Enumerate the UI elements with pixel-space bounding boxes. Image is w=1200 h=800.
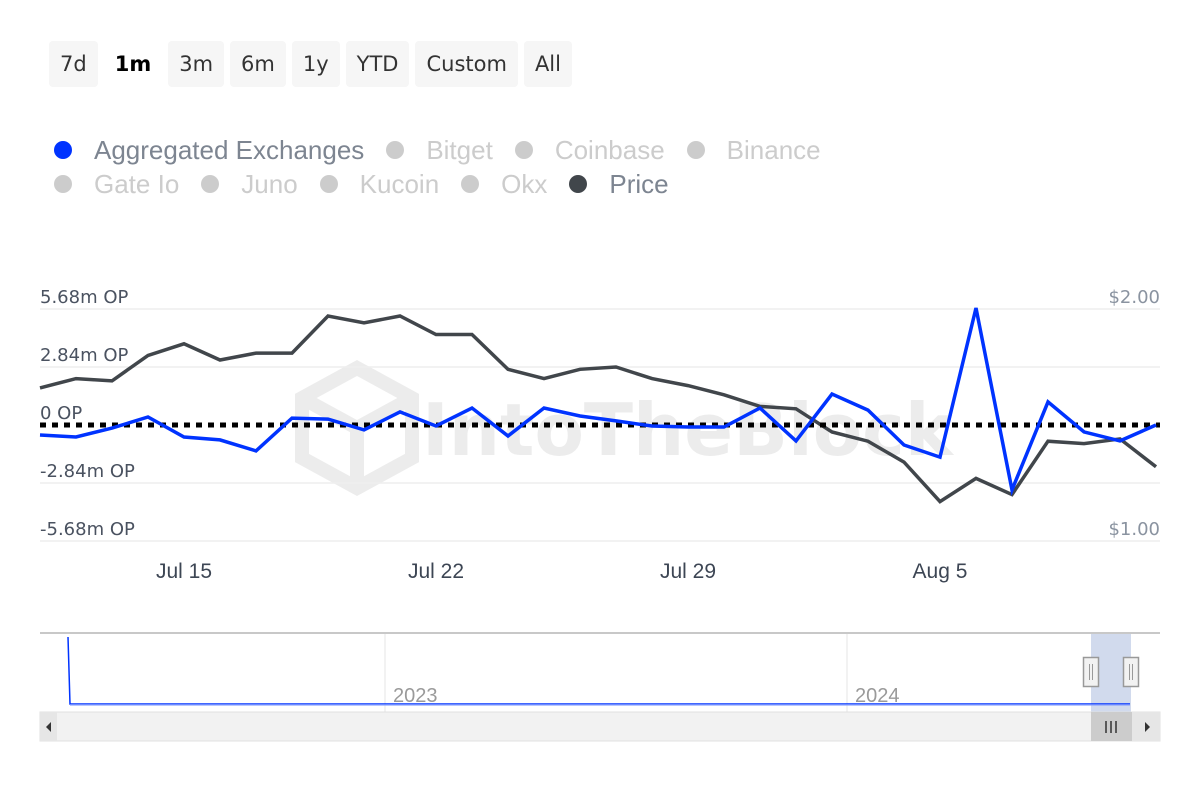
data-point[interactable] bbox=[71, 374, 81, 384]
data-point[interactable] bbox=[935, 497, 945, 507]
data-point[interactable] bbox=[863, 436, 873, 446]
navigator-handle-left[interactable] bbox=[1082, 656, 1100, 688]
data-point[interactable] bbox=[1007, 485, 1017, 495]
data-point[interactable] bbox=[575, 411, 585, 421]
data-point[interactable] bbox=[1115, 436, 1125, 446]
data-point[interactable] bbox=[503, 431, 513, 441]
y-left-tick-label: -5.68m OP bbox=[40, 519, 135, 540]
data-point[interactable] bbox=[899, 457, 909, 467]
data-point[interactable] bbox=[791, 404, 801, 414]
data-point[interactable] bbox=[827, 389, 837, 399]
data-point[interactable] bbox=[359, 318, 369, 328]
data-point[interactable] bbox=[719, 390, 729, 400]
data-point[interactable] bbox=[287, 348, 297, 358]
data-point[interactable] bbox=[323, 311, 333, 321]
data-point[interactable] bbox=[143, 412, 153, 422]
data-point[interactable] bbox=[1151, 462, 1161, 472]
data-point[interactable] bbox=[395, 311, 405, 321]
y-left-tick-label: 0 OP bbox=[40, 403, 82, 424]
x-axis: Jul 15 Jul 22 Jul 29 Aug 5 bbox=[156, 560, 967, 583]
scrollbar[interactable] bbox=[39, 711, 1161, 742]
data-point[interactable] bbox=[935, 452, 945, 462]
data-point[interactable] bbox=[1079, 427, 1089, 437]
data-point[interactable] bbox=[683, 422, 693, 432]
data-point[interactable] bbox=[395, 407, 405, 417]
data-point[interactable] bbox=[179, 339, 189, 349]
data-point[interactable] bbox=[647, 374, 657, 384]
y-left-tick-label: 5.68m OP bbox=[40, 287, 129, 308]
y-left-tick-label: -2.84m OP bbox=[40, 461, 135, 482]
watermark: IntoTheBlock bbox=[295, 360, 955, 496]
data-point[interactable] bbox=[1043, 436, 1053, 446]
data-point[interactable] bbox=[1079, 439, 1089, 449]
navigator: 2023 2024 bbox=[40, 632, 1160, 712]
data-point[interactable] bbox=[647, 421, 657, 431]
data-point[interactable] bbox=[863, 405, 873, 415]
data-point[interactable] bbox=[827, 427, 837, 437]
data-point[interactable] bbox=[251, 446, 261, 456]
navigator-series-line bbox=[67, 636, 1130, 705]
data-point[interactable] bbox=[35, 430, 45, 440]
left-axis: 5.68m OP 2.84m OP 0 OP -2.84m OP -5.68m OP bbox=[40, 287, 135, 540]
data-point[interactable] bbox=[1151, 420, 1161, 430]
data-point[interactable] bbox=[107, 423, 117, 433]
scrollbar-track[interactable] bbox=[39, 711, 1161, 742]
navigator-handle-right[interactable] bbox=[1122, 656, 1140, 688]
data-point[interactable] bbox=[215, 355, 225, 365]
data-point[interactable] bbox=[287, 413, 297, 423]
data-point[interactable] bbox=[107, 376, 117, 386]
x-tick-label: Jul 15 bbox=[156, 560, 212, 583]
data-point[interactable] bbox=[467, 330, 477, 340]
data-point[interactable] bbox=[179, 432, 189, 442]
data-point[interactable] bbox=[539, 374, 549, 384]
data-point[interactable] bbox=[611, 362, 621, 372]
x-tick-label: Aug 5 bbox=[913, 560, 968, 583]
data-point[interactable] bbox=[323, 414, 333, 424]
data-point[interactable] bbox=[71, 432, 81, 442]
data-point[interactable] bbox=[35, 383, 45, 393]
y-right-tick-label: $2.00 bbox=[1108, 287, 1160, 308]
data-point[interactable] bbox=[575, 364, 585, 374]
data-point[interactable] bbox=[683, 381, 693, 391]
data-point[interactable] bbox=[791, 436, 801, 446]
data-point[interactable] bbox=[215, 435, 225, 445]
x-tick-label: Jul 22 bbox=[408, 560, 464, 583]
data-point[interactable] bbox=[719, 422, 729, 432]
data-point[interactable] bbox=[251, 348, 261, 358]
data-point[interactable] bbox=[971, 473, 981, 483]
data-point[interactable] bbox=[971, 303, 981, 313]
data-point[interactable] bbox=[1043, 397, 1053, 407]
data-point[interactable] bbox=[611, 416, 621, 426]
chart-svg: IntoTheBlock 5.68m OP 2.84m OP 0 OP -2.84m … bbox=[35, 287, 1161, 742]
data-point[interactable] bbox=[431, 330, 441, 340]
data-point[interactable] bbox=[467, 403, 477, 413]
data-point[interactable] bbox=[755, 403, 765, 413]
data-point[interactable] bbox=[539, 403, 549, 413]
y-left-tick-label: 2.84m OP bbox=[40, 345, 129, 366]
data-point[interactable] bbox=[899, 440, 909, 450]
data-point[interactable] bbox=[431, 421, 441, 431]
x-tick-label: Jul 29 bbox=[660, 560, 716, 583]
data-point[interactable] bbox=[143, 350, 153, 360]
data-point[interactable] bbox=[359, 425, 369, 435]
y-right-tick-label: $1.00 bbox=[1108, 519, 1160, 540]
data-point[interactable] bbox=[503, 364, 513, 374]
right-axis: $2.00 $1.00 bbox=[1108, 287, 1160, 540]
